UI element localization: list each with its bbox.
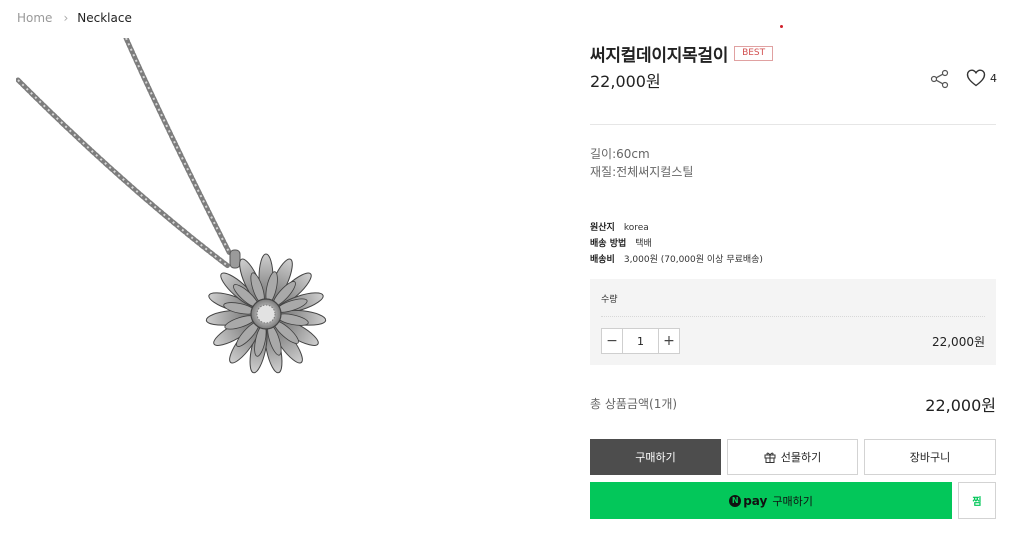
total-label: 총 상품금액(1개) [590,397,678,411]
product-description: 길이:60cm 재질:전체써지컬스틸 [590,145,693,181]
breadcrumb-current: Necklace [77,11,132,25]
info-label-origin: 원산지 [590,223,615,233]
description-length: 길이:60cm [590,147,650,161]
description-material: 재질:전체써지컬스틸 [590,165,694,179]
gift-button[interactable]: 선물하기 [727,439,858,475]
cart-button[interactable]: 장바구니 [864,439,996,475]
share-icon [930,69,949,89]
delivery-info: 원산지 korea 배송 방법 택배 배송비 3,000원 (70,000원 이… [590,220,763,268]
quantity-divider [601,316,985,317]
quantity-box: 수량 − + 22,000원 [590,279,996,365]
heart-icon [966,69,986,87]
gift-icon [764,451,776,463]
info-label-shipping-method: 배송 방법 [590,239,627,249]
npay-buy-button[interactable]: N pay 구매하기 [590,482,952,519]
wish-button[interactable]: 찜 [958,482,996,519]
npay-logo-text: pay [743,493,768,508]
npay-logo-icon: N [729,494,742,507]
product-price: 22,000원 [590,72,661,91]
info-value-shipping-fee: 3,000원 (70,000원 이상 무료배송) [623,255,763,265]
quantity-label: 수량 [601,295,618,305]
info-row-origin: 원산지 korea [590,220,763,236]
info-row-shipping-fee: 배송비 3,000원 (70,000원 이상 무료배송) [590,252,763,268]
npay-buy-label: 구매하기 [772,494,813,508]
product-title: 써지컬데이지목걸이 [590,46,729,66]
like-button[interactable]: 4 [966,68,997,88]
best-badge: BEST [734,46,774,61]
product-title-row: 써지컬데이지목걸이 BEST [590,41,774,66]
breadcrumb-separator-icon: › [63,11,69,25]
info-label-shipping-fee: 배송비 [590,255,615,265]
quantity-increase-button[interactable]: + [658,329,679,353]
total-price: 22,000원 [925,396,996,415]
line-price: 22,000원 [931,335,985,349]
buy-button[interactable]: 구매하기 [590,439,721,475]
info-value-shipping-method: 택배 [635,239,652,249]
quantity-stepper: − + [601,328,680,354]
product-image [15,35,336,378]
quantity-input[interactable] [623,329,658,353]
divider [590,124,996,125]
red-dot-marker [780,25,783,28]
quantity-decrease-button[interactable]: − [602,329,623,353]
gift-button-label: 선물하기 [780,451,822,464]
info-row-shipping-method: 배송 방법 택배 [590,236,763,252]
daisy-necklace-image [15,35,327,374]
breadcrumb: Home › Necklace [17,10,132,26]
breadcrumb-home-link[interactable]: Home [17,11,52,25]
like-count: 4 [990,71,997,85]
info-value-origin: korea [623,223,649,233]
share-button[interactable] [930,69,950,89]
